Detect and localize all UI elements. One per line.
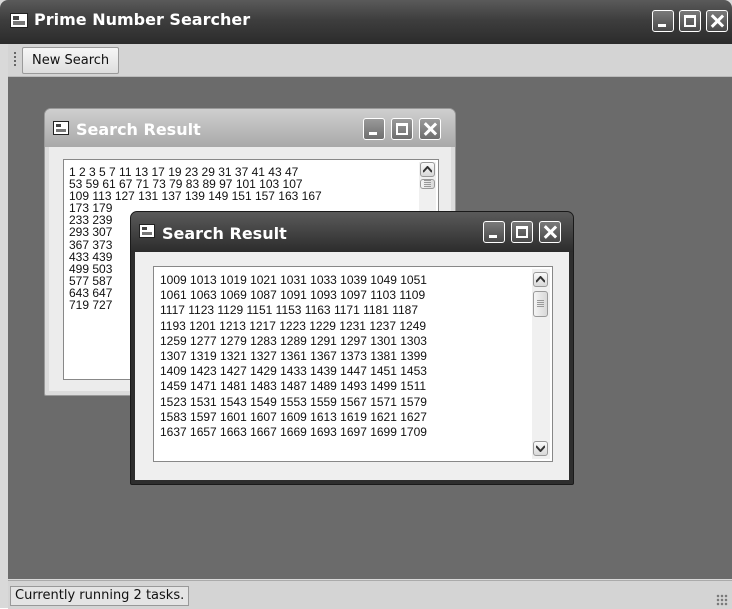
minimize-button[interactable] bbox=[483, 221, 505, 243]
close-button[interactable] bbox=[419, 118, 441, 140]
maximize-button[interactable] bbox=[679, 10, 701, 32]
size-grip[interactable] bbox=[716, 594, 728, 606]
result-row: 1259 1277 1279 1283 1289 1291 1297 1301 … bbox=[160, 333, 427, 348]
prime-result-list[interactable]: 1009 1013 1019 1021 1031 1033 1039 1049 … bbox=[153, 266, 553, 462]
result-row: 1583 1597 1601 1607 1609 1613 1619 1621 … bbox=[160, 409, 427, 424]
toolbar: New Search bbox=[8, 44, 732, 77]
result-row: 1459 1471 1481 1483 1487 1489 1493 1499 … bbox=[160, 379, 427, 394]
result-row: 1061 1063 1069 1087 1091 1093 1097 1103 … bbox=[160, 288, 426, 303]
main-window: Prime Number Searcher New Search Search … bbox=[0, 0, 732, 609]
scroll-thumb[interactable] bbox=[420, 179, 435, 189]
child-window-title: Search Result bbox=[76, 120, 201, 139]
scroll-up-button[interactable] bbox=[533, 272, 548, 287]
status-text: Currently running 2 tasks. bbox=[10, 586, 190, 606]
window-icon[interactable] bbox=[139, 224, 155, 238]
window-icon[interactable] bbox=[53, 121, 69, 135]
close-button[interactable] bbox=[539, 221, 561, 243]
result-row: 1009 1013 1019 1021 1031 1033 1039 1049 … bbox=[160, 273, 427, 287]
result-row: 1637 1657 1663 1667 1669 1693 1697 1699 … bbox=[160, 425, 427, 440]
new-search-button[interactable]: New Search bbox=[22, 47, 120, 74]
minimize-button[interactable] bbox=[363, 118, 385, 140]
result-row: 1409 1423 1427 1429 1433 1439 1447 1451 … bbox=[160, 364, 427, 379]
maximize-button[interactable] bbox=[511, 221, 533, 243]
app-icon[interactable] bbox=[10, 13, 28, 28]
app-title: Prime Number Searcher bbox=[34, 10, 251, 29]
vertical-scrollbar[interactable] bbox=[532, 269, 550, 459]
scroll-up-button[interactable] bbox=[420, 162, 435, 177]
maximize-button[interactable] bbox=[391, 118, 413, 140]
minimize-button[interactable] bbox=[652, 10, 674, 32]
result-row: 1307 1319 1321 1327 1361 1367 1373 1381 … bbox=[160, 349, 427, 364]
result-row: 1523 1531 1543 1549 1553 1559 1567 1571 … bbox=[160, 394, 427, 409]
result-row: 109 113 127 131 137 139 149 151 157 163 … bbox=[69, 189, 322, 204]
child-title-bar[interactable]: Search Result bbox=[45, 109, 455, 147]
toolbar-grip[interactable] bbox=[14, 52, 16, 68]
main-title-bar[interactable]: Prime Number Searcher bbox=[0, 0, 732, 44]
result-row: 1117 1123 1129 1151 1153 1163 1171 1181 … bbox=[160, 303, 419, 318]
result-row: 1193 1201 1213 1217 1223 1229 1231 1237 … bbox=[160, 318, 427, 333]
search-result-window-front[interactable]: Search Result 1009 1013 1019 1021 1031 1… bbox=[130, 211, 574, 485]
scroll-thumb[interactable] bbox=[533, 291, 548, 317]
child-title-bar[interactable]: Search Result bbox=[131, 212, 573, 252]
close-button[interactable] bbox=[706, 10, 728, 32]
window-body: 1009 1013 1019 1021 1031 1033 1039 1049 … bbox=[135, 252, 569, 480]
child-window-title: Search Result bbox=[162, 224, 287, 243]
status-bar: Currently running 2 tasks. bbox=[8, 580, 732, 609]
scroll-down-button[interactable] bbox=[533, 441, 548, 456]
